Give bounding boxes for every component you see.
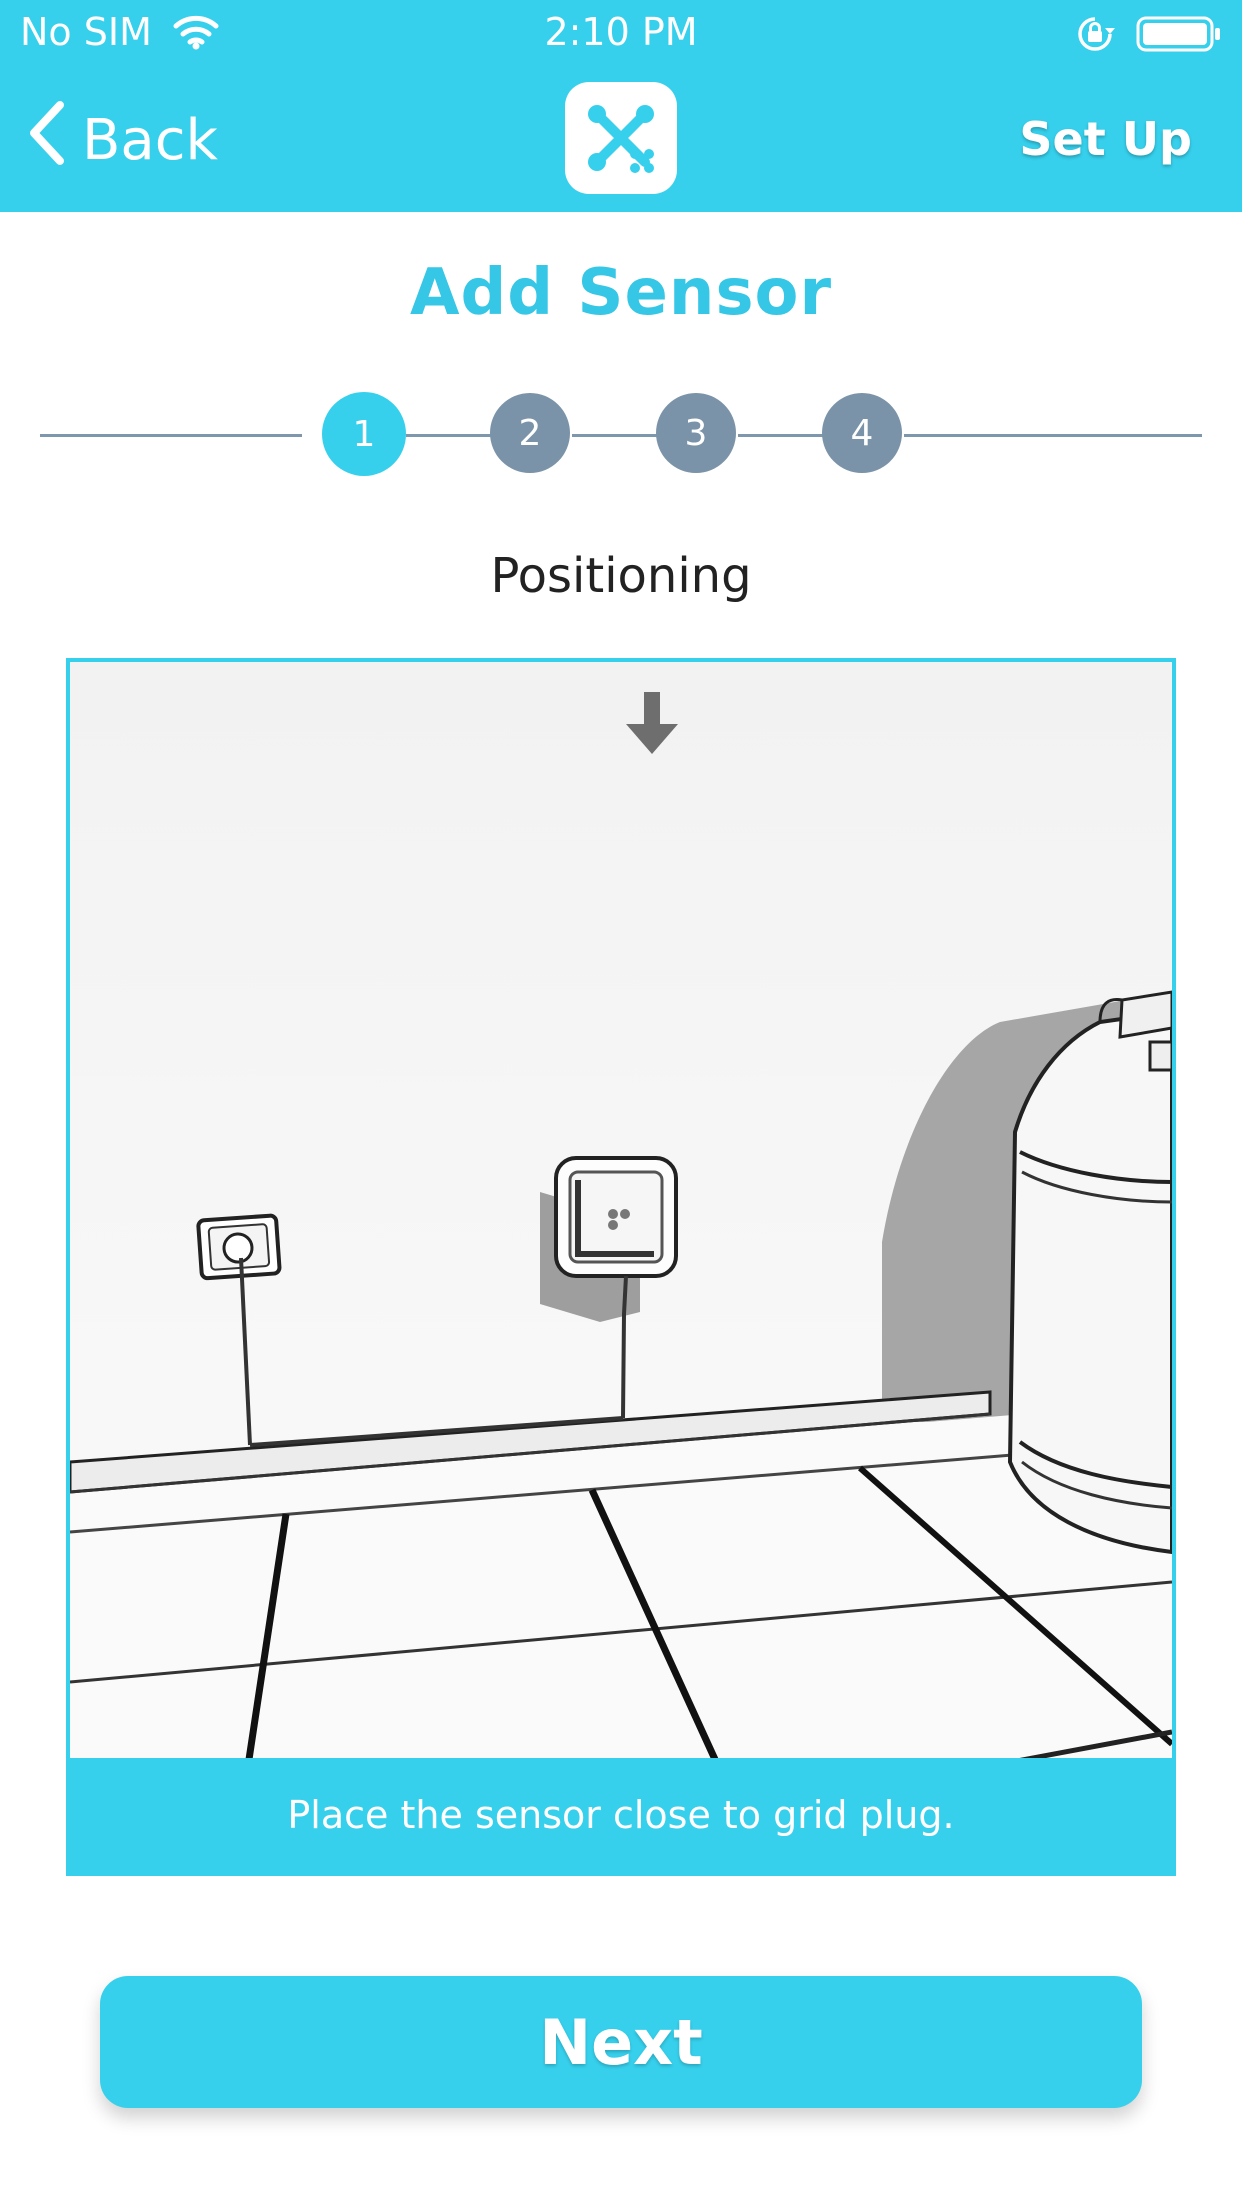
stepper-line [572, 434, 664, 437]
step-indicator: 1 2 3 4 [0, 392, 1242, 478]
clock: 2:10 PM [544, 10, 698, 54]
sensor-device [554, 1156, 678, 1278]
wall-outlet [196, 1213, 282, 1281]
step-title: Positioning [490, 548, 752, 604]
app-header: No SIM 2:10 PM Back Set Up [0, 0, 1242, 212]
step-1-indicator: 1 [322, 392, 406, 476]
orientation-lock-icon [1075, 14, 1115, 63]
set-up-button[interactable]: Set Up [1019, 112, 1192, 166]
instruction-caption: Place the sensor close to grid plug. [70, 1758, 1172, 1872]
page-title: Add Sensor [409, 256, 833, 330]
stepper-line [40, 434, 302, 437]
positioning-illustration-card: Place the sensor close to grid plug. [66, 658, 1176, 1876]
chevron-left-icon [26, 100, 66, 180]
next-button[interactable]: Next [100, 1976, 1142, 2108]
stepper-line [738, 434, 830, 437]
status-bar: No SIM 2:10 PM [0, 0, 1242, 68]
stepper-line [406, 434, 498, 437]
stepper-line [904, 434, 1202, 437]
back-button[interactable]: Back [26, 101, 218, 176]
back-label: Back [82, 107, 218, 173]
battery-icon [1136, 16, 1222, 61]
sensor-placement-illustration [70, 662, 1172, 1766]
step-2-indicator: 2 [490, 393, 570, 473]
app-logo-icon [565, 82, 677, 194]
step-4-indicator: 4 [822, 393, 902, 473]
step-3-indicator: 3 [656, 393, 736, 473]
